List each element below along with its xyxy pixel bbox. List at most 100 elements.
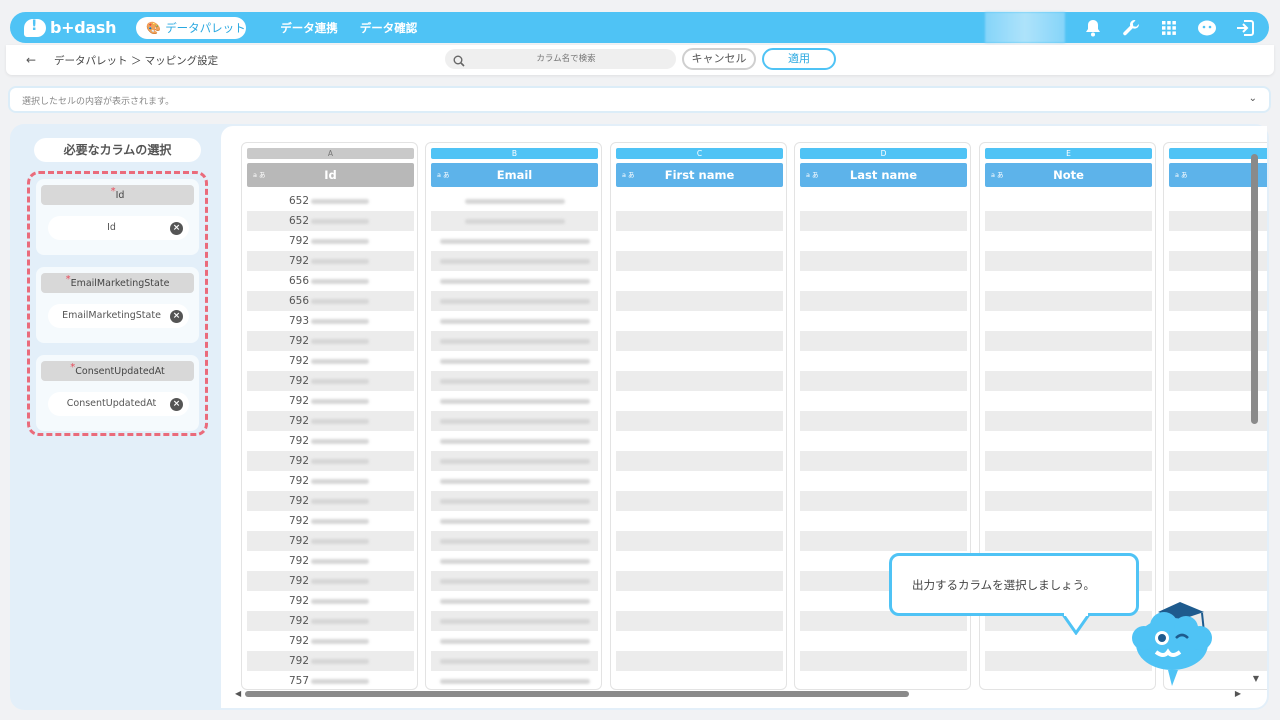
grid-cell[interactable]: 792 <box>247 371 414 391</box>
grid-cell[interactable] <box>431 211 598 231</box>
grid-cell[interactable] <box>800 631 967 651</box>
grid-cell[interactable]: 652 <box>247 191 414 211</box>
grid-cell[interactable] <box>431 611 598 631</box>
grid-cell[interactable]: 792 <box>247 631 414 651</box>
grid-cell[interactable] <box>985 391 1152 411</box>
scroll-left-icon[interactable]: ◀ <box>235 689 241 698</box>
grid-cell[interactable] <box>800 491 967 511</box>
grid-cell[interactable] <box>616 471 783 491</box>
grid-cell[interactable] <box>985 511 1152 531</box>
grid-cell[interactable] <box>616 551 783 571</box>
wrench-icon[interactable] <box>1121 18 1141 38</box>
grid-cell[interactable] <box>616 231 783 251</box>
grid-cell[interactable] <box>616 631 783 651</box>
grid-cell[interactable] <box>985 431 1152 451</box>
grid-cell[interactable] <box>431 591 598 611</box>
grid-cell[interactable] <box>431 371 598 391</box>
remove-icon[interactable]: × <box>170 222 183 235</box>
column-header[interactable]: a あ Email <box>431 163 598 187</box>
grid-cell[interactable]: 656 <box>247 291 414 311</box>
grid-cell[interactable]: 792 <box>247 651 414 671</box>
grid-cell[interactable] <box>800 431 967 451</box>
grid-cell[interactable] <box>431 191 598 211</box>
cell-content-display[interactable]: 選択したセルの内容が表示されます。 ⌄ <box>8 86 1271 113</box>
grid-cell[interactable]: 792 <box>247 251 414 271</box>
grid-cell[interactable]: 757 <box>247 671 414 689</box>
grid-cell[interactable] <box>431 411 598 431</box>
grid-apps-icon[interactable] <box>1159 18 1179 38</box>
bell-icon[interactable] <box>1083 18 1103 38</box>
grid-cell[interactable]: 793 <box>247 311 414 331</box>
grid-cell[interactable] <box>616 411 783 431</box>
grid-cell[interactable] <box>431 231 598 251</box>
grid-cell[interactable] <box>616 671 783 689</box>
grid-cell[interactable] <box>431 291 598 311</box>
grid-cell[interactable]: 792 <box>247 351 414 371</box>
grid-cell[interactable] <box>616 291 783 311</box>
grid-cell[interactable] <box>616 651 783 671</box>
grid-cell[interactable]: 792 <box>247 511 414 531</box>
grid-cell[interactable] <box>800 451 967 471</box>
grid-cell[interactable]: 792 <box>247 411 414 431</box>
apply-button[interactable]: 適用 <box>762 48 836 70</box>
grid-cell[interactable] <box>431 251 598 271</box>
grid-cell[interactable]: 792 <box>247 571 414 591</box>
grid-cell[interactable] <box>431 671 598 689</box>
horizontal-scrollbar[interactable] <box>245 689 1225 699</box>
grid-cell[interactable] <box>800 371 967 391</box>
grid-cell[interactable] <box>985 531 1152 551</box>
grid-cell[interactable] <box>616 571 783 591</box>
grid-cell[interactable] <box>800 391 967 411</box>
grid-cell[interactable] <box>616 351 783 371</box>
grid-cell[interactable] <box>431 511 598 531</box>
grid-cell[interactable] <box>985 411 1152 431</box>
grid-cell[interactable]: 792 <box>247 491 414 511</box>
column-search[interactable] <box>445 49 676 69</box>
remove-icon[interactable]: × <box>170 310 183 323</box>
grid-cell[interactable] <box>985 671 1152 689</box>
grid-cell[interactable] <box>616 491 783 511</box>
grid-cell[interactable] <box>800 651 967 671</box>
support-mascot-icon[interactable] <box>1197 18 1217 38</box>
grid-cell[interactable] <box>800 211 967 231</box>
grid-cell[interactable]: 792 <box>247 451 414 471</box>
app-logo[interactable]: b+dash <box>24 18 117 37</box>
grid-cell[interactable] <box>431 651 598 671</box>
grid-cell[interactable] <box>431 351 598 371</box>
grid-cell[interactable] <box>616 451 783 471</box>
grid-cell[interactable] <box>800 351 967 371</box>
vertical-scroll-thumb[interactable] <box>1251 154 1258 424</box>
grid-cell[interactable]: 792 <box>247 431 414 451</box>
grid-cell[interactable] <box>985 311 1152 331</box>
grid-cell[interactable] <box>616 251 783 271</box>
grid-cell[interactable] <box>985 211 1152 231</box>
scroll-down-icon[interactable]: ▼ <box>1253 674 1259 683</box>
column-header[interactable]: a あ Id <box>247 163 414 187</box>
mapped-column-chip[interactable]: Id × <box>48 216 189 240</box>
grid-cell[interactable] <box>985 471 1152 491</box>
grid-cell[interactable]: 792 <box>247 591 414 611</box>
column-header[interactable]: a あ Note <box>985 163 1152 187</box>
grid-cell[interactable] <box>616 531 783 551</box>
horizontal-scroll-thumb[interactable] <box>245 691 909 697</box>
logout-icon[interactable] <box>1235 18 1255 38</box>
cancel-button[interactable]: キャンセル <box>682 48 756 70</box>
remove-icon[interactable]: × <box>170 398 183 411</box>
grid-cell[interactable]: 792 <box>247 471 414 491</box>
grid-cell[interactable] <box>985 351 1152 371</box>
grid-cell[interactable] <box>616 511 783 531</box>
grid-cell[interactable] <box>616 431 783 451</box>
user-account-info[interactable] <box>985 12 1065 43</box>
grid-cell[interactable] <box>985 451 1152 471</box>
grid-cell[interactable] <box>800 311 967 331</box>
grid-cell[interactable] <box>616 611 783 631</box>
grid-cell[interactable] <box>431 551 598 571</box>
grid-cell[interactable] <box>985 191 1152 211</box>
grid-cell[interactable] <box>800 411 967 431</box>
mapped-column-chip[interactable]: EmailMarketingState × <box>48 304 189 328</box>
grid-cell[interactable] <box>985 331 1152 351</box>
grid-cell[interactable] <box>616 591 783 611</box>
search-input[interactable] <box>471 51 661 67</box>
grid-cell[interactable] <box>800 291 967 311</box>
grid-cell[interactable]: 792 <box>247 331 414 351</box>
